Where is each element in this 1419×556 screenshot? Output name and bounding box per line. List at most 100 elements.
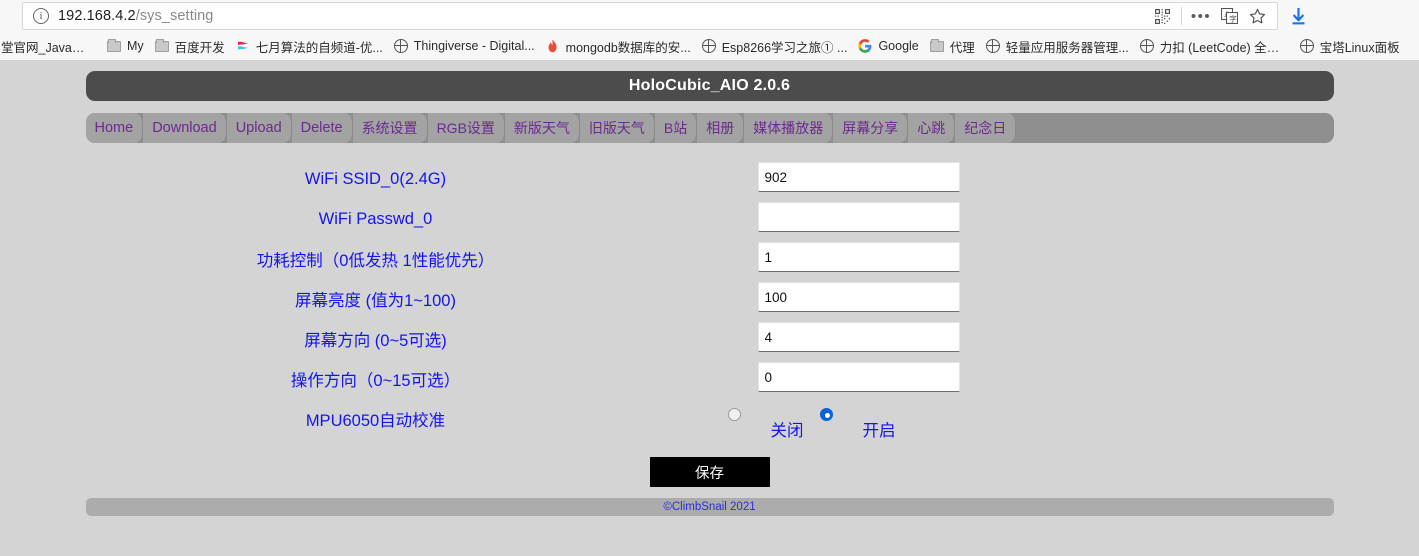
page-footer: ©ClimbSnail 2021	[85, 498, 1334, 516]
nav-item-upload[interactable]: Upload	[226, 113, 292, 143]
screen-brightness-input[interactable]	[757, 282, 960, 312]
field-cell	[757, 239, 960, 272]
label-cell: WiFi SSID_0(2.4G)	[86, 159, 666, 199]
bookmark-label: 宝塔Linux面板	[1319, 40, 1400, 55]
nav-item-new-weather[interactable]: 新版天气	[504, 113, 580, 143]
radio-option-on[interactable]: 开启	[819, 405, 896, 441]
qr-code-icon[interactable]	[1148, 3, 1176, 29]
nav-item-heartbeat[interactable]: 心跳	[908, 113, 956, 143]
url-text: 192.168.4.2/sys_setting	[58, 8, 213, 24]
globe-icon	[985, 38, 1001, 54]
radio-button-off-icon[interactable]	[727, 408, 741, 421]
toolbar-divider	[1181, 7, 1182, 25]
wifi-ssid-label: WiFi SSID_0(2.4G)	[304, 169, 447, 188]
nav-item-home[interactable]: Home	[85, 113, 144, 143]
wifi-password-label: WiFi Passwd_0	[318, 209, 433, 228]
bookmark-item[interactable]: Esp8266学习之旅① ...	[696, 35, 853, 57]
nav-item-anniversary[interactable]: 纪念日	[955, 113, 1017, 143]
nav-bar: Home Download Upload Delete 系统设置 RGB设置 新…	[85, 113, 1334, 143]
form-row-wifi-ssid: WiFi SSID_0(2.4G)	[86, 159, 1334, 199]
label-cell: MPU6050自动校准	[86, 399, 666, 439]
wifi-ssid-input[interactable]	[757, 162, 960, 192]
form-row-screen-orientation: 屏幕方向 (0~5可选)	[86, 319, 1334, 359]
screen-brightness-label: 屏幕亮度 (值为1~100)	[295, 292, 456, 310]
power-control-label: 功耗控制（0低发热 1性能优先）	[256, 252, 495, 270]
radio-button-on-icon[interactable]	[819, 408, 833, 421]
bookmark-label: 百度开发	[174, 40, 225, 55]
download-arrow-icon[interactable]	[1280, 0, 1316, 32]
bookmark-item[interactable]: Google	[852, 35, 923, 57]
form-row-mpu6050-calibration: MPU6050自动校准 关闭 开启	[86, 399, 1334, 447]
bookmark-label: 七月算法的自频道-优...	[255, 40, 383, 55]
flame-icon	[545, 38, 561, 54]
nav-item-download[interactable]: Download	[143, 113, 227, 143]
form-row-operation-direction: 操作方向（0~15可选）	[86, 359, 1334, 399]
form-row-power-control: 功耗控制（0低发热 1性能优先）	[86, 239, 1334, 279]
bookmark-item[interactable]: Thingiverse - Digital...	[388, 35, 540, 57]
nav-item-delete[interactable]: Delete	[291, 113, 353, 143]
bookmark-item[interactable]: 轻量应用服务器管理...	[980, 35, 1134, 57]
label-cell: WiFi Passwd_0	[86, 199, 666, 239]
settings-form: WiFi SSID_0(2.4G) WiFi Passwd_0 功耗控制（0低发…	[86, 159, 1334, 447]
nav-item-rgb-settings[interactable]: RGB设置	[427, 113, 505, 143]
bookmark-item[interactable]: 力扣 (LeetCode) 全球...	[1134, 35, 1294, 57]
field-cell	[757, 159, 960, 192]
save-button[interactable]: 保存	[649, 457, 770, 487]
globe-icon	[701, 38, 717, 54]
address-bar[interactable]: i 192.168.4.2/sys_setting ••• 字	[22, 2, 1278, 30]
bookmark-label: Esp8266学习之旅① ...	[721, 40, 848, 55]
power-control-input[interactable]	[757, 242, 960, 272]
form-row-wifi-password: WiFi Passwd_0	[86, 199, 1334, 239]
ellipsis-menu-icon[interactable]: •••	[1187, 3, 1215, 29]
page-title: HoloCubic_AIO 2.0.6	[85, 71, 1334, 101]
globe-icon	[1299, 38, 1315, 54]
google-icon	[857, 38, 873, 54]
save-button-row: 保存	[86, 457, 1334, 487]
nav-item-bilibili[interactable]: B站	[654, 113, 698, 143]
translate-icon[interactable]: A 字	[1215, 3, 1243, 29]
wifi-password-input[interactable]	[757, 202, 960, 232]
bookmark-item[interactable]: 代理	[924, 35, 980, 57]
radio-option-off[interactable]: 关闭	[727, 405, 804, 441]
bookmark-label: Google	[878, 39, 919, 53]
info-circle-icon[interactable]: i	[33, 8, 49, 24]
bookmark-label: 堂官网_Java视频...	[1, 40, 96, 55]
youku-icon	[235, 38, 251, 54]
folder-icon	[154, 38, 170, 54]
url-path: /sys_setting	[135, 8, 214, 24]
bookmark-item[interactable]: 百度开发	[149, 35, 230, 57]
bookmarks-bar: 堂官网_Java视频... My 百度开发 七月算法的自频道-优... Thin…	[0, 32, 1419, 60]
bookmark-item[interactable]: My	[101, 35, 149, 57]
nav-item-screen-share[interactable]: 屏幕分享	[833, 113, 909, 143]
field-cell	[757, 199, 960, 232]
bookmark-item[interactable]: 宝塔Linux面板	[1294, 35, 1405, 57]
field-cell	[757, 279, 960, 312]
mpu6050-radio-group: 关闭 开启	[727, 399, 988, 441]
screen-orientation-label: 屏幕方向 (0~5可选)	[304, 332, 447, 350]
operation-direction-input[interactable]	[757, 362, 960, 392]
nav-item-old-weather[interactable]: 旧版天气	[579, 113, 655, 143]
svg-text:字: 字	[1229, 14, 1237, 24]
nav-item-album[interactable]: 相册	[697, 113, 745, 143]
globe-icon	[1139, 38, 1155, 54]
label-cell: 功耗控制（0低发热 1性能优先）	[86, 239, 666, 279]
folder-icon	[929, 38, 945, 54]
web-page: HoloCubic_AIO 2.0.6 Home Download Upload…	[0, 61, 1419, 556]
nav-item-system-settings[interactable]: 系统设置	[352, 113, 428, 143]
folder-icon	[106, 38, 122, 54]
screen-orientation-input[interactable]	[757, 322, 960, 352]
bookmark-item[interactable]: mongodb数据库的安...	[540, 35, 696, 57]
form-row-screen-brightness: 屏幕亮度 (值为1~100)	[86, 279, 1334, 319]
nav-item-media-player[interactable]: 媒体播放器	[744, 113, 834, 143]
page-content: HoloCubic_AIO 2.0.6 Home Download Upload…	[85, 61, 1334, 516]
url-host: 192.168.4.2	[58, 8, 136, 24]
bookmark-item[interactable]: 七月算法的自频道-优...	[230, 35, 388, 57]
bookmark-label: 轻量应用服务器管理...	[1005, 40, 1129, 55]
star-bookmark-icon[interactable]	[1243, 3, 1271, 29]
bookmark-label: 力扣 (LeetCode) 全球...	[1159, 40, 1289, 55]
label-cell: 操作方向（0~15可选）	[86, 359, 666, 399]
bookmark-item[interactable]: 堂官网_Java视频...	[0, 35, 101, 57]
radio-label-on: 开启	[862, 422, 896, 440]
browser-chrome: i 192.168.4.2/sys_setting ••• 字 堂官网_Java…	[0, 0, 1419, 61]
field-cell	[757, 359, 960, 392]
